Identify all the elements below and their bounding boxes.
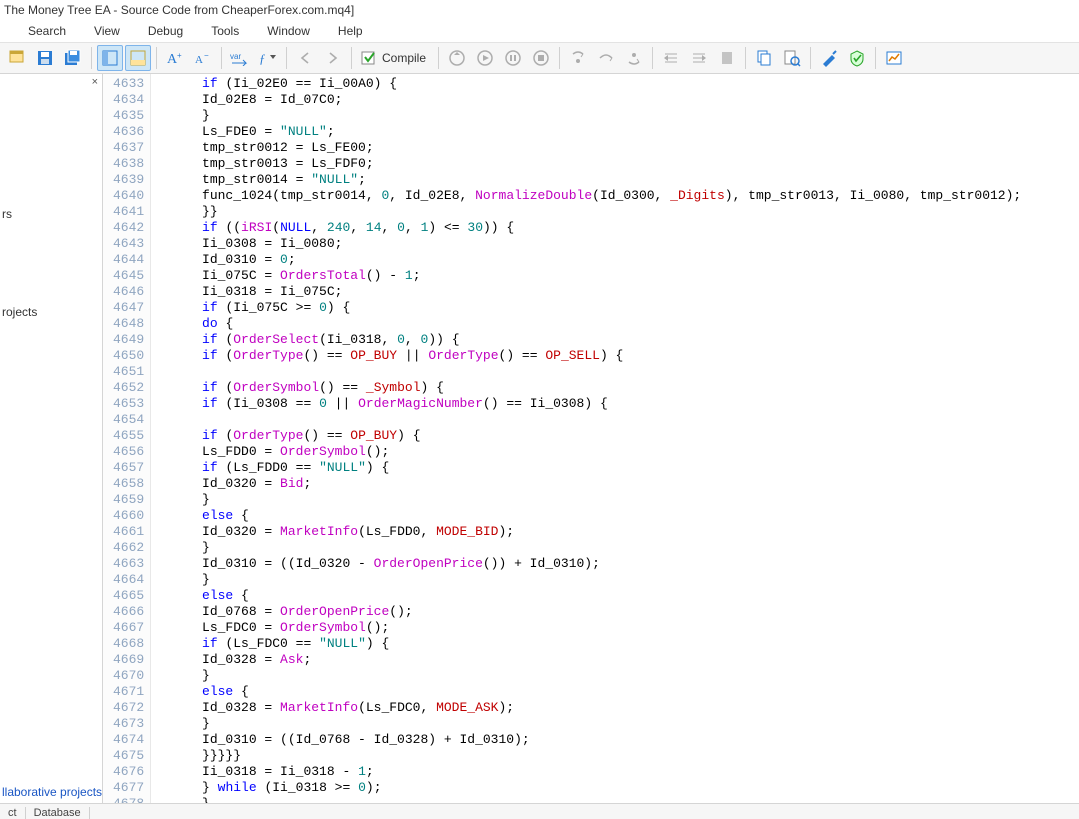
step-over-button[interactable]	[593, 45, 619, 71]
zoom-out-button[interactable]: A−	[190, 45, 216, 71]
navigator-panel: × rs rojects llaborative projects	[0, 74, 103, 803]
nav-back-button[interactable]	[292, 45, 318, 71]
compile-label: Compile	[382, 51, 426, 65]
compile-button[interactable]: Compile	[357, 45, 433, 71]
sidebar-item[interactable]: rojects	[0, 304, 102, 320]
save-button[interactable]	[32, 45, 58, 71]
debug-start-button[interactable]	[472, 45, 498, 71]
code-editor[interactable]: 4633463446354636463746384639464046414642…	[103, 74, 1079, 803]
svg-text:var: var	[230, 52, 241, 61]
nav-forward-button[interactable]	[320, 45, 346, 71]
indent-left-button[interactable]	[658, 45, 684, 71]
zoom-in-button[interactable]: A+	[162, 45, 188, 71]
function-list-button[interactable]: ƒ	[255, 45, 281, 71]
svg-text:A: A	[195, 54, 203, 66]
sidebar-link[interactable]: llaborative projects	[0, 784, 102, 800]
step-out-button[interactable]	[621, 45, 647, 71]
debug-restart-button[interactable]	[444, 45, 470, 71]
menu-view[interactable]: View	[80, 22, 134, 40]
sidebar-item[interactable]: rs	[0, 206, 102, 222]
compile-icon	[360, 49, 378, 67]
menu-debug[interactable]: Debug	[134, 22, 197, 40]
svg-text:ƒ: ƒ	[259, 51, 266, 66]
status-tab-database[interactable]: Database	[26, 807, 90, 819]
svg-text:+: +	[177, 51, 182, 60]
status-tab[interactable]: ct	[0, 807, 26, 819]
find-button[interactable]	[779, 45, 805, 71]
new-file-button[interactable]	[4, 45, 30, 71]
menu-tools[interactable]: Tools	[197, 22, 253, 40]
step-into-button[interactable]	[565, 45, 591, 71]
save-all-button[interactable]	[60, 45, 86, 71]
var-button[interactable]: var	[227, 45, 253, 71]
window-title: The Money Tree EA - Source Code from Che…	[0, 0, 1079, 20]
chart-button[interactable]	[881, 45, 907, 71]
toolbar: A+ A− var ƒ Compile	[0, 42, 1079, 74]
menu-bar: Search View Debug Tools Window Help	[0, 20, 1079, 42]
validate-button[interactable]	[844, 45, 870, 71]
debug-stop-button[interactable]	[528, 45, 554, 71]
toggle-toolbox-button[interactable]	[125, 45, 151, 71]
menu-window[interactable]: Window	[253, 22, 324, 40]
code-area[interactable]: if (Ii_02E0 == Ii_00A0) { Id_02E8 = Id_0…	[151, 74, 1021, 803]
menu-help[interactable]: Help	[324, 22, 377, 40]
line-gutter: 4633463446354636463746384639464046414642…	[103, 74, 151, 803]
styler-button[interactable]	[816, 45, 842, 71]
close-icon[interactable]: ×	[92, 76, 98, 88]
status-bar: ct Database	[0, 803, 1079, 819]
bookmark-button[interactable]	[714, 45, 740, 71]
debug-pause-button[interactable]	[500, 45, 526, 71]
indent-right-button[interactable]	[686, 45, 712, 71]
svg-text:−: −	[204, 51, 209, 60]
menu-search[interactable]: Search	[14, 22, 80, 40]
toggle-navigator-button[interactable]	[97, 45, 123, 71]
copy-button[interactable]	[751, 45, 777, 71]
